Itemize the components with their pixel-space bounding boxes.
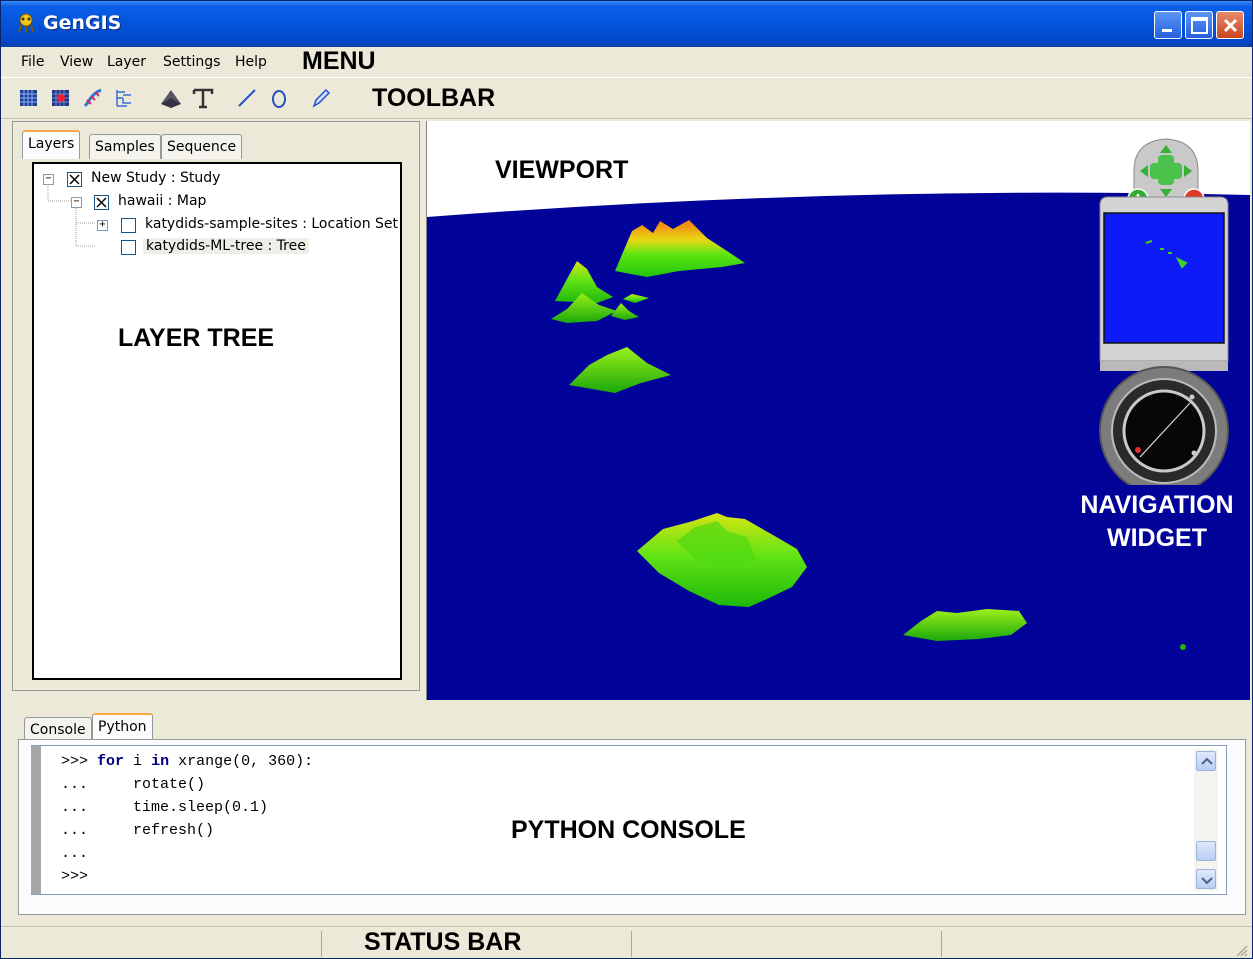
text-icon[interactable] [191,86,215,110]
navigation-widget-callout: NAVIGATION WIDGET [1069,489,1245,555]
tree-item-label: katydids-ML-tree : Tree [143,238,309,254]
minimize-button[interactable] [1154,11,1182,39]
tab-python[interactable]: Python [92,713,153,742]
viewport[interactable] [426,121,1250,700]
chevron-up-icon [1201,757,1213,765]
menu-bar: File View Layer Settings Help [1,47,1252,75]
gengis-window: GenGIS File View Layer Settings Help MEN… [0,0,1253,959]
close-button[interactable] [1216,11,1244,39]
location-set-checkbox[interactable] [121,218,136,233]
tree-checkbox[interactable] [121,240,136,255]
code-text: rotate() [97,776,206,793]
tree-item-map[interactable]: − hawaii : Map [34,193,404,213]
line-icon[interactable] [235,86,259,110]
prompt: >>> [61,868,89,885]
keyword: for [97,753,125,770]
expand-icon[interactable]: + [97,220,108,231]
viewport-callout: VIEWPORT [495,156,629,184]
prompt: ... [61,799,89,816]
scroll-up-button[interactable] [1196,751,1216,771]
code-text: time.sleep(0.1) [97,799,269,816]
navigation-callout-line1: NAVIGATION [1080,491,1234,519]
code-text: refresh() [97,822,215,839]
keyword: in [151,753,170,770]
gengis-app-icon [18,13,34,33]
prompt: ... [61,845,89,862]
code-text: i [124,753,152,770]
maximize-button[interactable] [1185,11,1213,39]
tab-samples[interactable]: Samples [89,134,161,159]
tree-item-label: New Study : Study [91,170,221,186]
title-bar[interactable]: GenGIS [1,1,1252,47]
code-line-4: ... refresh() [61,822,214,839]
prompt: >>> [61,753,89,770]
code-line-3: ... time.sleep(0.1) [61,799,268,816]
status-segment [631,931,632,957]
navigation-callout-line2: WIDGET [1107,524,1207,552]
layer-tree[interactable]: − New Study : Study − hawaii : Map + kat… [32,162,402,680]
chevron-down-icon [1201,877,1213,885]
status-segment [941,931,942,957]
toolbar-callout: TOOLBAR [372,84,496,112]
menu-view[interactable]: View [60,54,93,70]
menu-help[interactable]: Help [235,54,267,70]
resize-grip-icon[interactable] [1234,943,1248,957]
overview-map [1103,212,1225,344]
tree-item-location-set[interactable]: + katydids-sample-sites : Location Set [34,216,404,236]
python-console-callout: PYTHON CONSOLE [511,816,746,844]
status-segment [321,931,322,957]
tree-item-study[interactable]: − New Study : Study [34,170,404,190]
menu-callout: MENU [302,47,376,75]
console-scrollbar[interactable] [1194,749,1218,891]
status-bar [1,926,1252,958]
code-line-6: >>> [61,868,88,885]
circle-icon[interactable] [267,86,291,110]
tree-item-label: katydids-sample-sites : Location Set [145,216,399,232]
code-text: xrange(0, 360): [169,753,314,770]
menu-file[interactable]: File [21,54,44,70]
study-checkbox[interactable] [67,172,82,187]
window-title: GenGIS [43,12,122,34]
terrain-icon[interactable] [159,86,183,110]
tab-layers[interactable]: Layers [22,130,81,159]
open-map-icon[interactable] [17,86,41,110]
toolbar [1,77,1252,119]
scroll-thumb[interactable] [1196,841,1216,861]
code-line-1: >>> for i in xrange(0, 360): [61,753,313,770]
collapse-icon[interactable]: − [43,174,54,185]
pencil-icon[interactable] [309,86,333,110]
map-checkbox[interactable] [94,195,109,210]
tree-item-label: hawaii : Map [118,193,207,209]
collapse-icon[interactable]: − [71,197,82,208]
open-tree-icon[interactable] [113,86,137,110]
scroll-down-button[interactable] [1196,869,1216,889]
code-line-2: ... rotate() [61,776,205,793]
layer-panel: Layers Samples Sequence − New Study : St… [12,121,420,691]
open-location-icon[interactable] [49,86,73,110]
tab-sequence[interactable]: Sequence [161,134,243,159]
menu-settings[interactable]: Settings [163,54,220,70]
prompt: ... [61,822,89,839]
islet-dot [1180,644,1186,650]
navigation-widget[interactable] [1094,135,1234,496]
menu-layer[interactable]: Layer [107,54,146,70]
prompt: ... [61,776,89,793]
open-sequence-icon[interactable] [81,86,105,110]
tree-item-tree[interactable]: katydids-ML-tree : Tree [34,238,404,258]
status-bar-callout: STATUS BAR [364,928,522,956]
layer-tree-callout: LAYER TREE [118,324,275,352]
code-line-5: ... [61,845,88,862]
